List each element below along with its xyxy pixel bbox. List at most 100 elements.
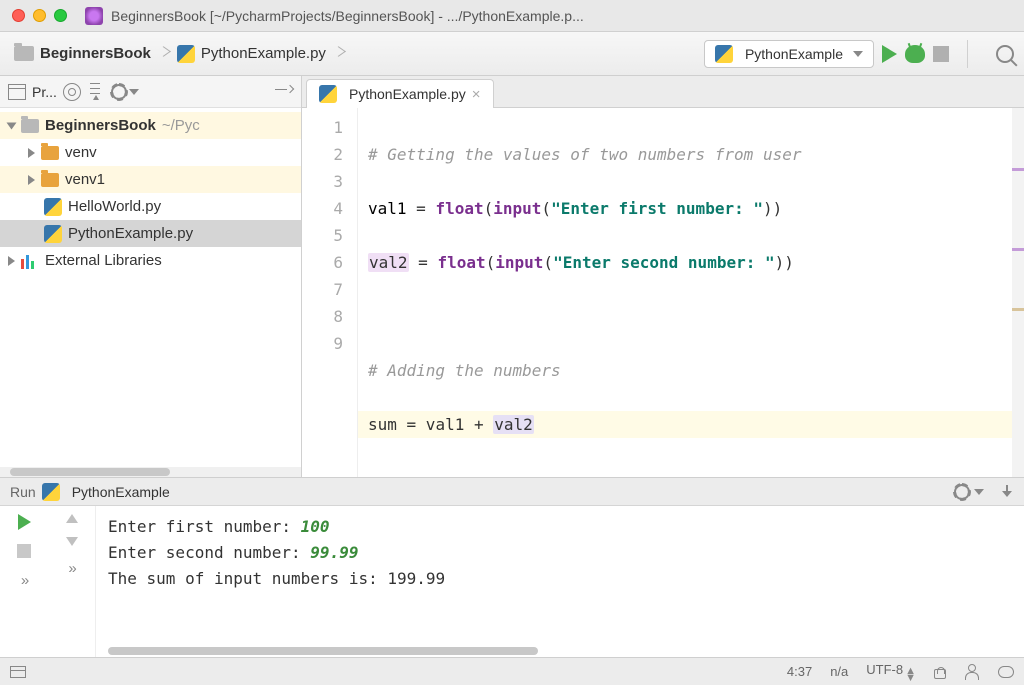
chevron-down-icon (129, 89, 139, 95)
main-toolbar: BeginnersBook PythonExample.py PythonExa… (0, 32, 1024, 76)
run-button-icon[interactable] (882, 45, 897, 63)
debug-button-icon[interactable] (905, 45, 925, 63)
run-label: Run (10, 484, 36, 500)
line-number: 7 (308, 276, 343, 303)
run-tools-left: » (0, 506, 48, 657)
run-config-name: PythonExample (745, 46, 843, 62)
python-file-icon (42, 483, 60, 501)
pycharm-app-icon (85, 7, 103, 25)
tree-item-helloworld[interactable]: HelloWorld.py (0, 193, 301, 220)
inspector-icon[interactable] (964, 664, 980, 680)
tree-item-venv[interactable]: venv (0, 139, 301, 166)
code-token: ( (484, 199, 494, 218)
stop-icon[interactable] (17, 544, 31, 558)
gear-icon[interactable] (111, 84, 127, 100)
toolbar-divider (967, 40, 968, 68)
close-window-icon[interactable] (12, 9, 25, 22)
editor-tab[interactable]: PythonExample.py × (306, 79, 494, 108)
line-separator[interactable]: n/a (830, 664, 848, 679)
project-panel-header: Pr... (0, 76, 301, 108)
tree-scroll-horizontal[interactable] (0, 467, 301, 477)
console-scroll-horizontal[interactable] (108, 647, 1012, 657)
breadcrumb-project-label: BeginnersBook (40, 45, 151, 62)
stripe-marker[interactable] (1012, 168, 1024, 171)
tree-item-label: venv (65, 144, 97, 161)
project-tree: BeginnersBook ~/Pyc venv venv1 HelloWorl… (0, 108, 301, 467)
code-token: val2 (368, 253, 409, 272)
expand-arrow-icon[interactable] (28, 175, 35, 185)
console-user-input: 100 (301, 517, 330, 536)
hide-panel-icon[interactable] (275, 83, 293, 101)
window-title: BeginnersBook [~/PycharmProjects/Beginne… (111, 8, 1012, 24)
breadcrumb-project[interactable]: BeginnersBook (10, 43, 155, 64)
code-token: input (493, 199, 541, 218)
notifications-icon[interactable] (998, 666, 1014, 678)
lock-icon[interactable] (934, 669, 946, 679)
tree-item-label: venv1 (65, 171, 105, 188)
code-token: float (437, 253, 485, 272)
folder-icon (14, 46, 34, 61)
more-icon[interactable]: » (68, 560, 74, 577)
arrow-down-icon[interactable] (66, 537, 78, 546)
cursor-position[interactable]: 4:37 (787, 664, 812, 679)
console-user-input: 99.99 (310, 543, 358, 562)
collapse-all-icon[interactable] (87, 83, 105, 101)
zoom-window-icon[interactable] (54, 9, 67, 22)
tree-item-venv1[interactable]: venv1 (0, 166, 301, 193)
console-text: Enter second number: (108, 543, 310, 562)
scroll-thumb[interactable] (108, 647, 538, 655)
code-token: = val1 + (397, 415, 493, 434)
editor-tab-label: PythonExample.py (349, 86, 466, 102)
console-text: Enter first number: (108, 517, 301, 536)
error-stripe[interactable] (1012, 108, 1024, 477)
more-icon[interactable]: » (21, 572, 27, 589)
run-config-name: PythonExample (72, 484, 170, 500)
tree-item-label: External Libraries (45, 252, 162, 269)
tree-item-external-libs[interactable]: External Libraries (0, 247, 301, 274)
libraries-icon (21, 253, 39, 269)
code-token: ( (543, 253, 553, 272)
stop-button-icon[interactable] (933, 46, 949, 62)
run-tools-nav: » (48, 506, 96, 657)
console-text: The sum of input numbers is: 199.99 (108, 569, 445, 588)
tree-item-pythonexample[interactable]: PythonExample.py (0, 220, 301, 247)
run-config-select[interactable]: PythonExample (704, 40, 874, 68)
stripe-marker[interactable] (1012, 248, 1024, 251)
code-content[interactable]: # Getting the values of two numbers from… (358, 108, 1024, 477)
breadcrumb-file[interactable]: PythonExample.py (173, 43, 330, 65)
stripe-marker[interactable] (1012, 308, 1024, 311)
expand-arrow-icon[interactable] (8, 256, 15, 266)
expand-arrow-icon[interactable] (7, 122, 17, 129)
arrow-up-icon[interactable] (66, 514, 78, 523)
line-number: 6 (308, 249, 343, 276)
code-token: float (435, 199, 483, 218)
minimize-window-icon[interactable] (33, 9, 46, 22)
expand-arrow-icon[interactable] (28, 148, 35, 158)
tree-root[interactable]: BeginnersBook ~/Pyc (0, 112, 301, 139)
file-encoding[interactable]: UTF-8▲▼ (866, 662, 916, 682)
gear-icon[interactable] (954, 484, 970, 500)
search-icon[interactable] (996, 45, 1014, 63)
python-file-icon (44, 198, 62, 216)
workspace: Pr... BeginnersBook ~/Pyc venv ven (0, 76, 1024, 477)
line-number: 1 (308, 114, 343, 141)
line-number: 2 (308, 141, 343, 168)
project-view-icon[interactable] (8, 84, 26, 100)
tree-item-label: HelloWorld.py (68, 198, 161, 215)
download-icon[interactable] (1000, 485, 1014, 499)
code-token: )) (775, 253, 794, 272)
chevron-down-icon (853, 51, 863, 57)
editor-body[interactable]: 1 2 3 4 5 6 7 8 9 # Getting the values o… (302, 108, 1024, 477)
autoscroll-icon[interactable] (63, 83, 81, 101)
code-token: sum (368, 415, 397, 434)
scroll-thumb[interactable] (10, 468, 170, 476)
tool-window-toggle-icon[interactable] (10, 666, 26, 678)
rerun-icon[interactable] (18, 514, 31, 530)
console-output[interactable]: Enter first number: 100 Enter second num… (96, 506, 1024, 647)
code-token: "Enter second number: " (553, 253, 775, 272)
python-file-icon (44, 225, 62, 243)
run-tool-window: Run PythonExample » » Enter first number… (0, 477, 1024, 657)
tree-root-path: ~/Pyc (162, 117, 200, 134)
code-token: = (409, 253, 438, 272)
close-tab-icon[interactable]: × (472, 86, 481, 103)
